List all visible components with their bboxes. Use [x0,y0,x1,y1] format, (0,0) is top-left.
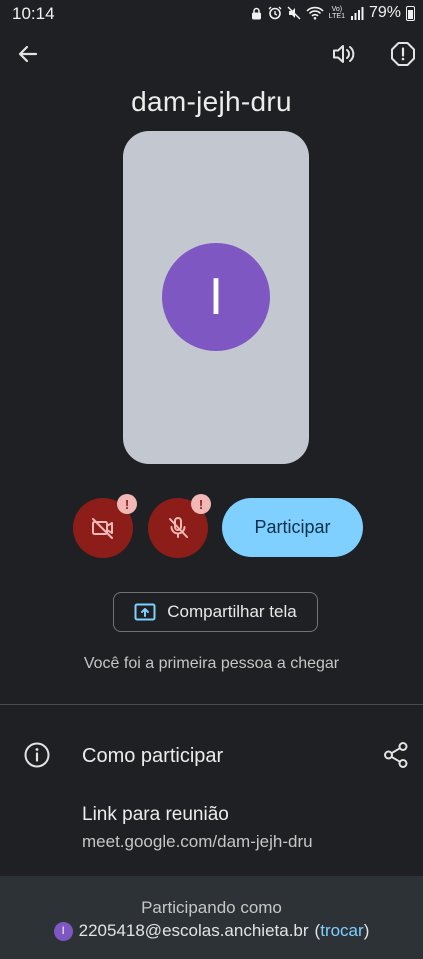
meeting-link-value[interactable]: meet.google.com/dam-jejh-dru [82,832,313,852]
signal-icon [350,6,364,20]
how-to-join-title: Como participar [82,745,224,767]
network-type-label: Vo) LTE1 [328,6,345,20]
camera-off-icon [92,518,113,539]
back-button[interactable] [8,34,48,74]
mic-off-icon [169,517,188,538]
wifi-icon [306,6,324,20]
paren-close: ) [363,921,370,940]
audio-output-button[interactable] [324,34,364,74]
volume-icon [333,45,355,63]
status-icons: Vo) LTE1 79% [250,4,415,22]
arrow-back-icon [18,45,38,63]
section-divider [0,704,423,705]
battery-icon [406,5,415,21]
first-to-join-message: Você foi a primeira pessoa a chegar [83,655,340,672]
report-problem-button[interactable] [383,34,423,74]
switch-account-link[interactable]: trocar [320,921,363,940]
account-line: I 2205418@escolas.anchieta.br (trocar) [0,921,423,941]
alert-octagon-icon [391,42,415,66]
join-button[interactable]: Participar [222,498,363,557]
account-avatar: I [53,921,73,941]
microphone-warning-badge: ! [191,494,211,514]
switch-account-wrapper: (trocar) [315,921,370,941]
share-link-button[interactable] [381,740,411,775]
account-email: 2205418@escolas.anchieta.br [78,921,309,940]
meeting-link-label: Link para reunião [82,804,229,825]
present-screen-icon [134,603,156,621]
user-avatar: I [162,243,270,351]
share-screen-button[interactable]: Compartilhar tela [113,592,318,632]
info-icon [22,740,52,775]
share-screen-label: Compartilhar tela [167,602,297,621]
meeting-code-title: dam-jejh-dru [131,86,292,117]
alarm-icon [268,6,282,20]
share-icon [384,742,408,768]
camera-warning-badge: ! [117,494,137,514]
battery-percent: 79% [368,4,401,21]
joining-as-label: Participando como [141,898,282,917]
mute-icon [287,6,301,20]
status-time: 10:14 [12,4,55,23]
lock-icon [251,7,261,19]
